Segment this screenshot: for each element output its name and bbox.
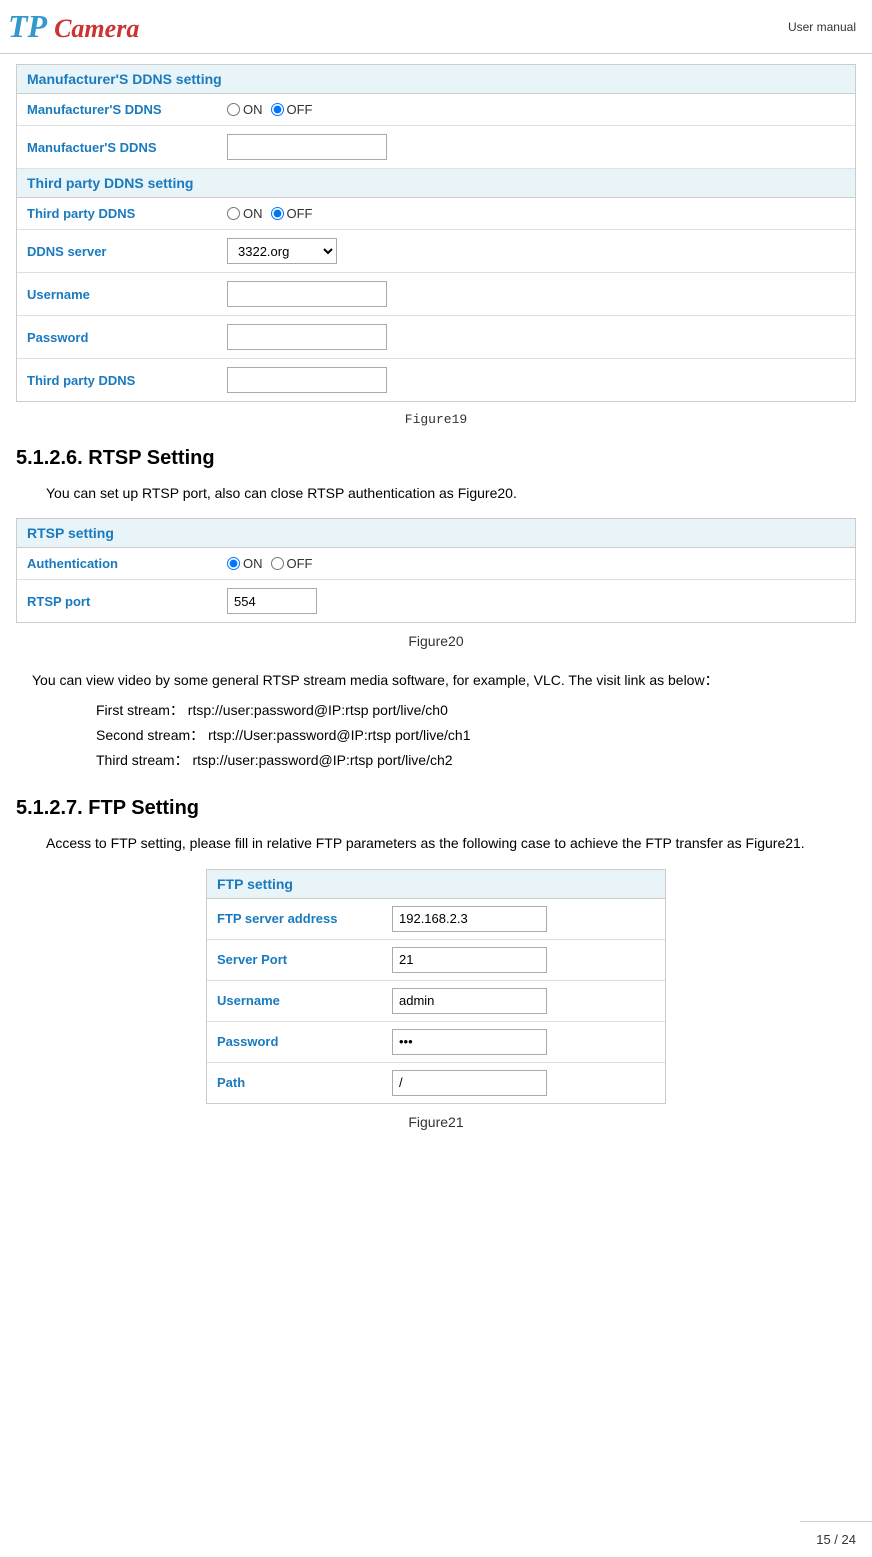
manufacturer-ddns-header: Manufacturer'S DDNS setting	[17, 65, 855, 94]
second-stream: Second stream： rtsp://User:password@IP:r…	[96, 723, 856, 748]
first-stream-label: First stream：	[96, 702, 184, 718]
manual-label: User manual	[788, 20, 856, 34]
ftp-server-address-input[interactable]	[392, 906, 547, 932]
password-value	[227, 324, 387, 350]
ftp-table: FTP setting FTP server address Server Po…	[206, 869, 666, 1104]
manufactuer-ddns-input[interactable]	[227, 134, 387, 160]
third-party-ddns-text-label: Third party DDNS	[27, 373, 227, 388]
second-stream-label: Second stream：	[96, 727, 204, 743]
rtsp-heading: 5.1.2.6. RTSP Setting	[16, 447, 215, 469]
rtsp-port-value	[227, 588, 317, 614]
manufactuer-ddns-value	[227, 134, 387, 160]
third-stream-label: Third stream：	[96, 752, 189, 768]
ftp-username-input[interactable]	[392, 988, 547, 1014]
third-party-ddns-label-1: Third party DDNS	[27, 206, 227, 221]
figure21-caption: Figure21	[16, 1114, 856, 1130]
manufacturer-ddns-label-1: Manufacturer'S DDNS	[27, 102, 227, 117]
rtsp-auth-off-label[interactable]: OFF	[271, 556, 313, 571]
ftp-path-value	[392, 1070, 547, 1096]
ftp-heading: 5.1.2.7. FTP Setting	[16, 797, 199, 819]
manufacturer-ddns-row-1: Manufacturer'S DDNS ON OFF	[17, 94, 855, 126]
rtsp-port-label: RTSP port	[27, 594, 227, 609]
ftp-path-row: Path	[207, 1063, 665, 1103]
ftp-password-label: Password	[217, 1034, 392, 1049]
rtsp-auth-row: Authentication ON OFF	[17, 548, 855, 580]
third-party-ddns-text-row: Third party DDNS	[17, 359, 855, 401]
third-party-ddns-radio[interactable]: ON OFF	[227, 206, 313, 221]
ftp-path-input[interactable]	[392, 1070, 547, 1096]
manufactuer-ddns-label: Manufactuer'S DDNS	[27, 140, 227, 155]
second-stream-value: rtsp://User:password@IP:rtsp port/live/c…	[208, 727, 470, 743]
rtsp-auth-off-radio[interactable]	[271, 557, 284, 570]
first-stream-value: rtsp://user:password@IP:rtsp port/live/c…	[188, 702, 448, 718]
manufacturer-ddns-off-radio[interactable]	[271, 103, 284, 116]
rtsp-section-title: 5.1.2.6. RTSP Setting	[16, 447, 856, 470]
ddns-server-value: 3322.org	[227, 238, 337, 264]
third-stream-value: rtsp://user:password@IP:rtsp port/live/c…	[192, 752, 452, 768]
logo: TP Camera	[8, 8, 139, 45]
ftp-table-header: FTP setting	[207, 870, 665, 899]
ftp-server-address-row: FTP server address	[207, 899, 665, 940]
ftp-server-port-value	[392, 947, 547, 973]
ftp-username-label: Username	[217, 993, 392, 1008]
ftp-server-address-value	[392, 906, 547, 932]
ftp-username-row: Username	[207, 981, 665, 1022]
third-party-ddns-header: Third party DDNS setting	[17, 169, 855, 198]
ftp-username-value	[392, 988, 547, 1014]
username-label: Username	[27, 287, 227, 302]
main-content: Manufacturer'S DDNS setting Manufacturer…	[0, 54, 872, 1210]
password-input[interactable]	[227, 324, 387, 350]
username-row: Username	[17, 273, 855, 316]
ftp-server-port-input[interactable]	[392, 947, 547, 973]
ddns-server-label: DDNS server	[27, 244, 227, 259]
ftp-intro: Access to FTP setting, please fill in re…	[46, 832, 856, 854]
username-input[interactable]	[227, 281, 387, 307]
username-value	[227, 281, 387, 307]
rtsp-intro: You can set up RTSP port, also can close…	[46, 482, 856, 504]
rtsp-auth-on-label[interactable]: ON	[227, 556, 263, 571]
figure19-caption: Figure19	[16, 412, 856, 427]
page-footer: 15 / 24	[800, 1521, 872, 1557]
rtsp-port-input[interactable]	[227, 588, 317, 614]
manufacturer-ddns-radio[interactable]: ON OFF	[227, 102, 313, 117]
first-stream: First stream： rtsp://user:password@IP:rt…	[96, 698, 856, 723]
rtsp-auth-label: Authentication	[27, 556, 227, 571]
manufacturer-ddns-table: Manufacturer'S DDNS setting Manufacturer…	[16, 64, 856, 402]
ftp-password-value	[392, 1029, 547, 1055]
ftp-password-row: Password	[207, 1022, 665, 1063]
rtsp-table: RTSP setting Authentication ON OFF RTSP …	[16, 518, 856, 623]
third-party-ddns-row-1: Third party DDNS ON OFF	[17, 198, 855, 230]
ddns-server-row: DDNS server 3322.org	[17, 230, 855, 273]
manufacturer-ddns-row-2: Manufactuer'S DDNS	[17, 126, 855, 169]
third-party-ddns-text-value	[227, 367, 387, 393]
rtsp-port-row: RTSP port	[17, 580, 855, 622]
rtsp-auth-on-radio[interactable]	[227, 557, 240, 570]
manufacturer-ddns-on-label[interactable]: ON	[227, 102, 263, 117]
ftp-server-address-label: FTP server address	[217, 911, 392, 926]
ftp-password-input[interactable]	[392, 1029, 547, 1055]
third-party-ddns-on-label[interactable]: ON	[227, 206, 263, 221]
password-label: Password	[27, 330, 227, 345]
ftp-path-label: Path	[217, 1075, 392, 1090]
page-header: TP Camera User manual	[0, 0, 872, 54]
password-row: Password	[17, 316, 855, 359]
third-party-ddns-text-input[interactable]	[227, 367, 387, 393]
stream-info: First stream： rtsp://user:password@IP:rt…	[96, 698, 856, 774]
rtsp-auth-radio[interactable]: ON OFF	[227, 556, 313, 571]
manufacturer-ddns-off-label[interactable]: OFF	[271, 102, 313, 117]
figure20-caption: Figure20	[16, 633, 856, 649]
manufacturer-ddns-on-radio[interactable]	[227, 103, 240, 116]
third-party-ddns-off-label[interactable]: OFF	[271, 206, 313, 221]
third-stream: Third stream： rtsp://user:password@IP:rt…	[96, 748, 856, 773]
rtsp-description: You can view video by some general RTSP …	[32, 669, 856, 691]
page-number: 15 / 24	[816, 1532, 856, 1547]
ddns-server-select[interactable]: 3322.org	[227, 238, 337, 264]
third-party-ddns-off-radio[interactable]	[271, 207, 284, 220]
ftp-server-port-label: Server Port	[217, 952, 392, 967]
ftp-server-port-row: Server Port	[207, 940, 665, 981]
rtsp-table-header: RTSP setting	[17, 519, 855, 548]
ftp-section-title: 5.1.2.7. FTP Setting	[16, 797, 856, 820]
third-party-ddns-on-radio[interactable]	[227, 207, 240, 220]
